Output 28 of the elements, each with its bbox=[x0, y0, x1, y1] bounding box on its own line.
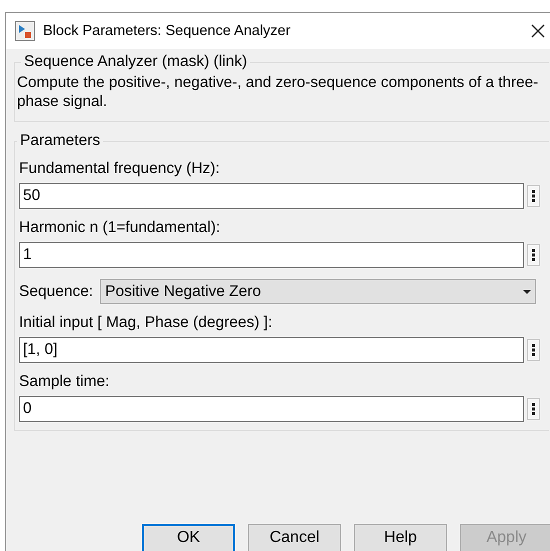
dialog-button[interactable]: OK bbox=[142, 524, 235, 551]
input-field[interactable]: 50 bbox=[19, 183, 524, 209]
input-field[interactable]: [1, 0] bbox=[19, 337, 524, 363]
group-title: Parameters bbox=[19, 132, 102, 150]
input-field[interactable]: 1 bbox=[19, 242, 524, 268]
more-icon bbox=[532, 344, 535, 356]
close-icon[interactable] bbox=[531, 24, 545, 38]
sequence-dropdown[interactable]: Positive Negative Zero bbox=[100, 279, 536, 304]
group-title: Sequence Analyzer (mask) (link) bbox=[23, 53, 248, 71]
more-button[interactable] bbox=[527, 339, 540, 361]
window-title: Block Parameters: Sequence Analyzer bbox=[43, 23, 290, 39]
dialog-button[interactable]: Help bbox=[354, 524, 447, 551]
field-label: Harmonic n (1=fundamental): bbox=[19, 219, 222, 237]
more-button[interactable] bbox=[527, 244, 540, 266]
more-icon bbox=[532, 190, 535, 202]
dialog-button[interactable]: Cancel bbox=[248, 524, 341, 551]
more-button[interactable] bbox=[527, 185, 540, 207]
description-text: Compute the positive-, negative-, and zero-sequence components of a three-phase signal. bbox=[17, 73, 540, 111]
field-label: Initial input [ Mag, Phase (degrees) ]: bbox=[19, 314, 274, 332]
more-icon bbox=[532, 403, 535, 415]
field-label: Fundamental frequency (Hz): bbox=[19, 160, 221, 178]
field-label: Sample time: bbox=[19, 373, 110, 391]
caret-icon bbox=[523, 290, 532, 294]
more-icon bbox=[532, 249, 535, 261]
field-label: Sequence: bbox=[19, 282, 94, 300]
block-icon bbox=[15, 21, 35, 41]
input-field[interactable]: 0 bbox=[19, 396, 524, 422]
more-button[interactable] bbox=[527, 398, 540, 420]
